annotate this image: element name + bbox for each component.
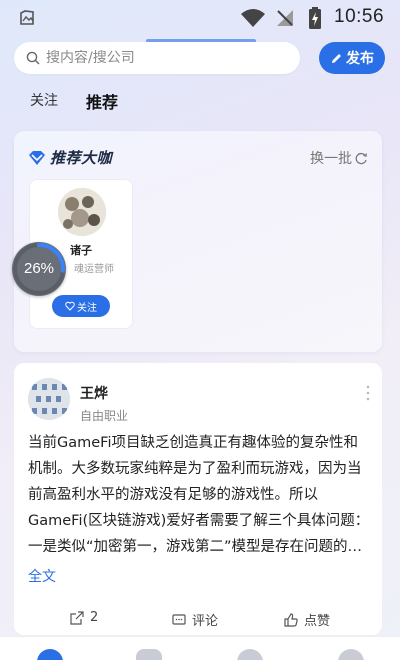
search-icon xyxy=(26,51,40,65)
refresh-label: 换一批 xyxy=(310,151,352,167)
battery-charging-icon xyxy=(309,7,321,29)
gallery-icon xyxy=(20,10,34,25)
bottom-nav xyxy=(0,636,400,660)
avatar[interactable] xyxy=(28,378,70,420)
thumbs-up-icon xyxy=(284,612,298,627)
pen-icon xyxy=(332,53,341,63)
section-title: 推荐大咖 xyxy=(28,147,112,168)
avatar[interactable] xyxy=(58,188,106,236)
nav-discover-icon[interactable] xyxy=(136,649,162,660)
no-signal-icon xyxy=(277,10,293,26)
status-time: 10:56 xyxy=(334,6,385,27)
heart-icon xyxy=(65,301,75,311)
comment-button[interactable]: 评论 xyxy=(172,610,218,629)
publish-button[interactable]: 发布 xyxy=(319,42,385,74)
search-input[interactable] xyxy=(46,50,276,66)
section-title-text: 推荐大咖 xyxy=(50,149,113,167)
publish-label: 发布 xyxy=(346,51,374,67)
nav-message-icon[interactable] xyxy=(237,649,263,660)
post-actions: 2 评论 点赞 xyxy=(14,610,382,630)
wifi-icon xyxy=(241,9,265,27)
post-author[interactable]: 王烨 xyxy=(80,383,108,403)
tab-recommend[interactable]: 推荐 xyxy=(86,89,118,113)
refresh-button[interactable]: 换一批 xyxy=(310,148,368,168)
comment-label: 评论 xyxy=(192,614,219,629)
share-count: 2 xyxy=(90,610,99,625)
progress-label: 26% xyxy=(23,260,55,277)
nav-profile-icon[interactable] xyxy=(338,649,364,660)
diamond-icon xyxy=(29,150,45,165)
post-author-role: 自由职业 xyxy=(80,409,129,423)
share-button[interactable]: 2 xyxy=(70,610,98,625)
comment-icon xyxy=(172,613,186,625)
like-label: 点赞 xyxy=(304,614,331,629)
more-icon[interactable] xyxy=(366,385,370,401)
search-bar[interactable] xyxy=(14,42,300,74)
nav-home-icon[interactable] xyxy=(37,649,63,660)
tab-follow[interactable]: 关注 xyxy=(30,90,58,110)
full-text-link[interactable]: 全文 xyxy=(28,566,56,586)
post-card[interactable]: 王烨 自由职业 当前GameFi项目缺乏创造真正有趣体验的复杂性和机制。大多数玩… xyxy=(14,363,382,635)
recommend-section: 推荐大咖 换一批 诸子 魂运营师 关注 xyxy=(14,131,382,352)
follow-label: 关注 xyxy=(77,302,97,314)
follow-button[interactable]: 关注 xyxy=(52,295,110,317)
refresh-icon xyxy=(355,152,367,164)
progress-indicator[interactable]: 26% xyxy=(12,242,66,296)
like-button[interactable]: 点赞 xyxy=(284,610,330,629)
post-body[interactable]: 当前GameFi项目缺乏创造真正有趣体验的复杂性和机制。大多数玩家纯粹是为了盈利… xyxy=(28,430,370,560)
status-bar: 10:56 xyxy=(0,0,400,36)
share-icon xyxy=(70,610,84,625)
